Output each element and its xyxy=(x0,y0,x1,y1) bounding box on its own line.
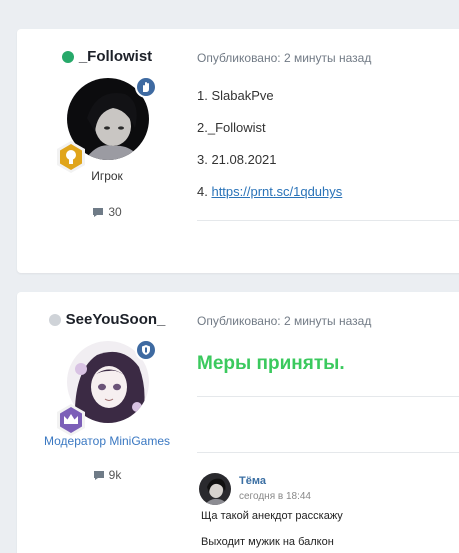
author-name[interactable]: SeeYouSoon_ xyxy=(66,311,166,328)
crown-icon xyxy=(54,403,88,437)
reply-count: 30 xyxy=(17,205,197,219)
post-meta: Опубликовано: 2 минуты назад xyxy=(197,51,372,65)
post-2: SeeYouSoon_ Модератор MiniGames 9k Опубл… xyxy=(17,292,459,553)
avatar-wrap xyxy=(57,339,157,436)
author-username[interactable]: SeeYouSoon_ xyxy=(17,311,197,328)
avatar-wrap xyxy=(57,76,157,173)
author-username[interactable]: _Followist xyxy=(17,48,197,65)
offline-status-dot xyxy=(48,313,61,326)
comment-icon xyxy=(93,470,104,480)
online-status-dot xyxy=(61,50,74,63)
post-headline: Меры приняты. xyxy=(197,353,345,374)
reply-count-value: 9k xyxy=(108,468,122,482)
post-content: Опубликовано: 2 минуты назад Меры принят… xyxy=(197,292,459,553)
list-item-prefix: 4. xyxy=(197,184,212,199)
list-item: 3. 21.08.2021 xyxy=(197,152,277,167)
author-name[interactable]: _Followist xyxy=(79,48,152,65)
quote-timestamp: сегодня в 18:44 xyxy=(239,491,311,502)
hand-icon xyxy=(135,76,157,98)
list-item: 2._Followist xyxy=(197,120,266,135)
list-item: 1. SlabakPve xyxy=(197,88,274,103)
comment-icon xyxy=(93,207,104,217)
divider xyxy=(197,452,459,453)
post-1: _Followist Игрок 30 Опубликовано: 2 мину… xyxy=(17,29,459,273)
author-column: SeeYouSoon_ Модератор MiniGames 9k xyxy=(17,292,197,553)
post-content: Опубликовано: 2 минуты назад 1. SlabakPv… xyxy=(197,29,459,273)
quote-author[interactable]: Тёма xyxy=(239,475,266,487)
user-role: Игрок xyxy=(91,169,123,183)
reply-count: 9k xyxy=(17,468,197,482)
list-item: 4. https://prnt.sc/1qduhys xyxy=(197,184,342,199)
reply-count-value: 30 xyxy=(108,205,122,219)
author-column: _Followist Игрок 30 xyxy=(17,29,197,273)
quote-line: Выходит мужик на балкон xyxy=(201,536,334,548)
quote-line: Ща такой анекдот расскажу xyxy=(201,510,343,522)
screenshot-link[interactable]: https://prnt.sc/1qduhys xyxy=(211,184,342,199)
user-role[interactable]: Модератор MiniGames xyxy=(17,434,197,448)
quote-avatar[interactable] xyxy=(199,473,231,505)
divider xyxy=(197,396,459,397)
post-meta: Опубликовано: 2 минуты назад xyxy=(197,314,372,328)
divider xyxy=(197,220,459,221)
shield-icon xyxy=(135,339,157,361)
